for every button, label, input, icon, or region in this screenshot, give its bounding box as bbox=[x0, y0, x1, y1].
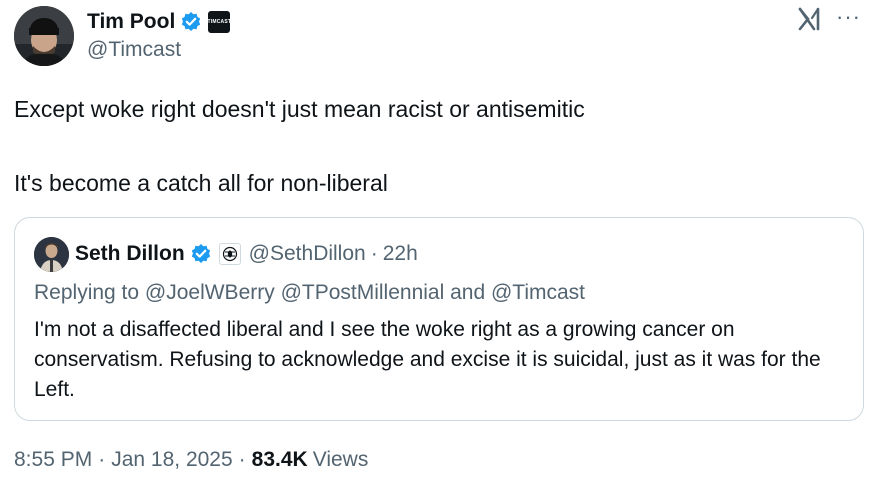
author-handle[interactable]: @Timcast bbox=[87, 38, 181, 62]
quote-replying-to: Replying to @JoelWBerry @TPostMillennial… bbox=[34, 281, 586, 304]
tweet-paragraph: Except woke right doesn't just mean raci… bbox=[14, 96, 585, 122]
tweet-date[interactable]: Jan 18, 2025 bbox=[111, 448, 232, 472]
verified-badge-icon bbox=[182, 12, 201, 31]
views-label: Views bbox=[312, 448, 369, 471]
quote-handle[interactable]: @SethDillon bbox=[249, 242, 366, 266]
author-name-row: Tim Pool TIMCAST bbox=[87, 8, 232, 36]
meta-separator: · bbox=[98, 448, 106, 471]
quoted-tweet-card[interactable]: Seth Dillon @SethDillon · 22h Replying t… bbox=[14, 217, 864, 421]
affiliate-badge-icon[interactable]: TIMCAST bbox=[207, 11, 232, 33]
quote-author-avatar[interactable] bbox=[34, 237, 69, 272]
views-count[interactable]: 83.4K bbox=[252, 448, 308, 472]
tweet: Tim Pool TIMCAST @Timcast ··· Except wok… bbox=[0, 0, 884, 478]
author-display-name[interactable]: Tim Pool bbox=[87, 10, 175, 34]
affiliate-badge-text: TIMCAST bbox=[207, 19, 232, 25]
quote-separator: · bbox=[370, 242, 378, 265]
meta-separator: · bbox=[238, 448, 246, 471]
author-avatar[interactable] bbox=[14, 6, 74, 66]
quote-timestamp[interactable]: 22h bbox=[383, 242, 418, 266]
x-logo-icon[interactable] bbox=[798, 6, 822, 32]
more-options-icon[interactable]: ··· bbox=[836, 4, 861, 30]
tweet-time[interactable]: 8:55 PM bbox=[14, 448, 92, 472]
babylon-bee-badge-icon[interactable] bbox=[218, 243, 241, 265]
quote-display-name[interactable]: Seth Dillon bbox=[75, 242, 185, 266]
verified-badge-icon bbox=[191, 244, 210, 263]
tweet-meta: 8:55 PM · Jan 18, 2025 · 83.4K Views bbox=[14, 448, 368, 472]
quote-text: I'm not a disaffected liberal and I see … bbox=[34, 318, 821, 401]
tweet-text: Except woke right doesn't just mean raci… bbox=[14, 94, 854, 198]
tweet-paragraph: It's become a catch all for non-liberal bbox=[14, 170, 388, 196]
quote-name-row: Seth Dillon @SethDillon · 22h bbox=[75, 240, 418, 268]
